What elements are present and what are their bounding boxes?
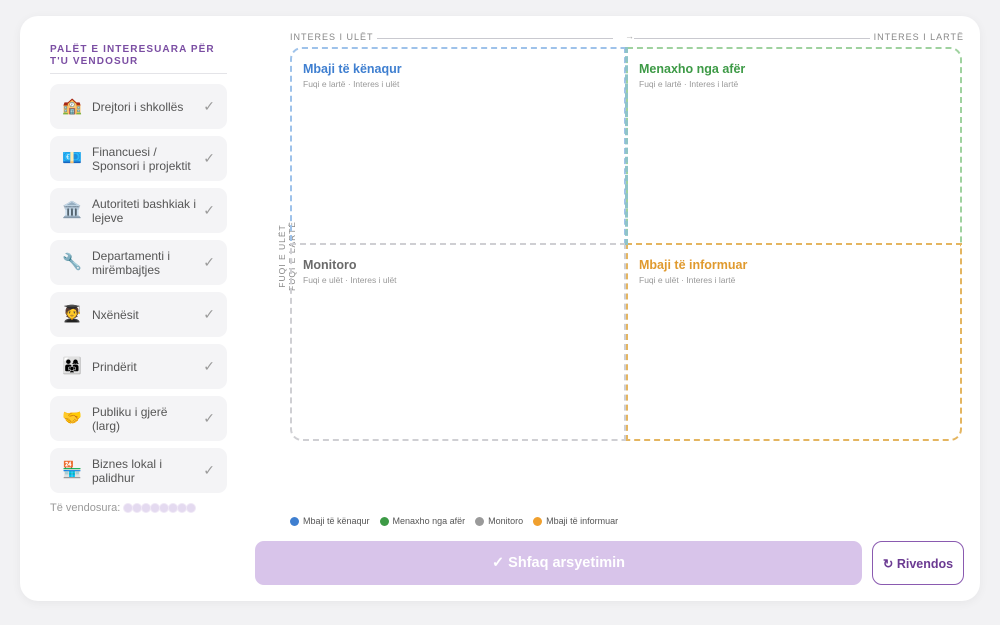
checkmark-icon: ✓ <box>203 462 215 478</box>
quadrant-title: Mbaji të kënaqur <box>303 62 402 76</box>
reset-button[interactable]: ↻ Rivendos <box>872 541 964 585</box>
decided-dot <box>186 503 197 513</box>
quadrant-subtitle: Fuqi e lartë · Interes i ulët <box>303 79 400 89</box>
axis-power-low: FUQI E ULËT <box>277 224 287 288</box>
quadrant-subtitle: Fuqi e ulët · Interes i lartë <box>639 275 736 285</box>
stakeholder-item[interactable]: 🤝 Publiku i gjerë (larg) ✓ <box>50 396 227 441</box>
axis-arrow-icon: → <box>625 31 634 41</box>
legend-label: Menaxho nga afër <box>392 516 466 526</box>
checkmark-icon: ✓ <box>203 98 215 114</box>
stakeholder-item[interactable]: 💶 Financuesi / Sponsori i projektit ✓ <box>50 136 227 181</box>
stakeholder-item[interactable]: 🧑‍🎓 Nxënësit ✓ <box>50 292 227 337</box>
student-icon: 🧑‍🎓 <box>62 305 82 323</box>
checkmark-icon: ✓ <box>203 254 215 270</box>
checkmark-icon: ✓ <box>203 202 215 218</box>
legend-label: Mbaji të informuar <box>546 516 619 526</box>
decided-label: Të vendosura: <box>50 502 121 514</box>
legend-dot-icon <box>475 516 485 526</box>
stakeholder-label: Autoriteti bashkiak i lejeve <box>92 196 197 225</box>
stakeholder-item[interactable]: 🔧 Departamenti i mirëmbajtjes ✓ <box>50 240 227 285</box>
decided-counter: Të vendosura: <box>50 502 197 514</box>
legend-dot-icon <box>290 516 299 526</box>
legend-item: Mbaji të informuar <box>533 516 618 526</box>
quadrant-manage-closely[interactable]: Menaxho nga afër Fuqi e lartë · Interes … <box>626 47 962 245</box>
stakeholder-label: Prindërit <box>92 359 137 374</box>
sidebar-divider <box>50 73 227 74</box>
decided-dots <box>123 503 197 513</box>
wrench-icon: 🔧 <box>62 253 82 271</box>
quadrant-keep-informed[interactable]: Mbaji të informuar Fuqi e ulët · Interes… <box>626 243 962 441</box>
quadrant-monitor[interactable]: Monitoro Fuqi e ulët · Interes i ulët <box>290 243 626 441</box>
legend-item: Monitoro <box>475 516 523 526</box>
legend-dot-icon <box>379 516 389 526</box>
show-reasoning-button[interactable]: ✓ Shfaq arsyetimin <box>255 541 862 585</box>
quadrant-subtitle: Fuqi e ulët · Interes i ulët <box>303 275 397 285</box>
stakeholder-item[interactable]: 🏛️ Autoriteti bashkiak i lejeve ✓ <box>50 188 227 233</box>
stakeholder-item[interactable]: 🏪 Biznes lokal i palidhur ✓ <box>50 448 227 493</box>
axis-interest-low: INTERES I ULËT <box>290 32 374 42</box>
quadrant-title: Monitoro <box>303 258 357 272</box>
legend-label: Monitoro <box>488 516 524 526</box>
stakeholder-item[interactable]: 👨‍👩‍👧 Prindërit ✓ <box>50 344 227 389</box>
axis-line-right <box>634 38 870 39</box>
axis-interest-high: INTERES I LARTË <box>873 32 964 42</box>
matrix-card: PALËT E INTERESUARA PËR T'U VENDOSUR 🏫 Dr… <box>20 16 980 601</box>
checkmark-icon: ✓ <box>203 358 215 374</box>
checkmark-icon: ✓ <box>203 150 215 166</box>
money-icon: 💶 <box>62 149 82 167</box>
quadrant-title: Menaxho nga afër <box>639 62 746 76</box>
stakeholder-label: Departamenti i mirëmbajtjes <box>92 248 171 277</box>
stakeholder-label: Publiku i gjerë (larg) <box>92 404 168 433</box>
school-icon: 🏫 <box>62 97 82 115</box>
quadrant-title: Mbaji të informuar <box>639 258 748 272</box>
legend-label: Mbaji të kënaqur <box>303 516 370 526</box>
government-building-icon: 🏛️ <box>62 201 82 219</box>
handshake-icon: 🤝 <box>62 409 82 427</box>
stakeholder-label: Nxënësit <box>92 307 139 322</box>
legend: Mbaji të kënaqur Menaxho nga afër Monitoro… <box>290 516 628 526</box>
stakeholder-label: Biznes lokal i palidhur <box>92 456 163 485</box>
legend-dot-icon <box>533 516 543 526</box>
stakeholder-item[interactable]: 🏫 Drejtori i shkollës ✓ <box>50 84 227 129</box>
sidebar-title: PALËT E INTERESUARA PËR T'U VENDOSUR <box>50 44 215 67</box>
store-icon: 🏪 <box>62 461 82 479</box>
quadrant-keep-satisfied[interactable]: Mbaji të kënaqur Fuqi e lartë · Interes … <box>290 47 626 245</box>
checkmark-icon: ✓ <box>203 306 215 322</box>
stakeholder-label: Financuesi / Sponsori i projektit <box>92 144 191 173</box>
legend-item: Menaxho nga afër <box>379 516 466 526</box>
axis-line-left <box>377 38 613 39</box>
legend-item: Mbaji të kënaqur <box>290 516 370 526</box>
family-icon: 👨‍👩‍👧 <box>62 357 82 375</box>
checkmark-icon: ✓ <box>203 410 215 426</box>
quadrant-divider-vertical <box>625 47 628 245</box>
quadrant-subtitle: Fuqi e lartë · Interes i lartë <box>639 79 739 89</box>
stakeholder-label: Drejtori i shkollës <box>92 99 184 114</box>
